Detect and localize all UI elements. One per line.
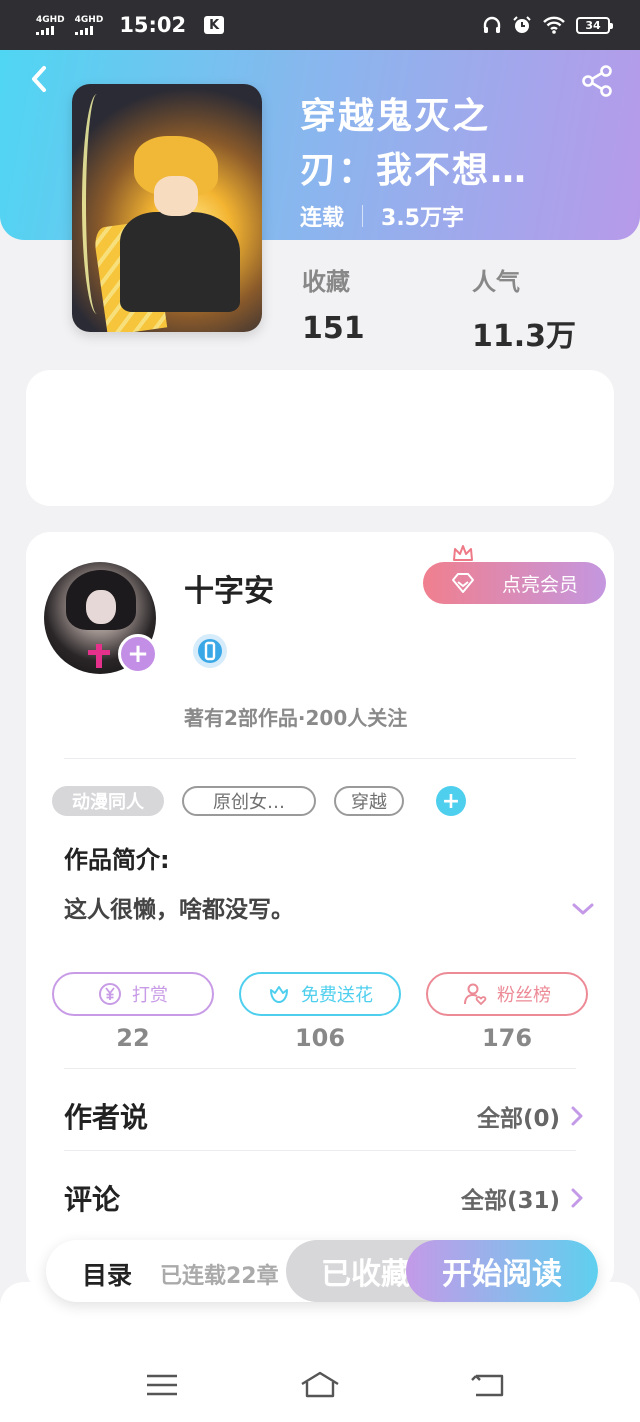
author-says-title: 作者说	[64, 1101, 149, 1134]
diamond-icon	[452, 573, 474, 593]
intro-text: 这人很懒，啥都没写。	[64, 897, 294, 923]
signal-indicator-1: 4GHD	[36, 14, 65, 35]
back-button[interactable]	[24, 62, 54, 96]
share-button[interactable]	[580, 64, 614, 98]
book-meta: 连载 3.5万字	[300, 200, 464, 232]
author-name[interactable]: 十字安	[184, 566, 274, 610]
status-bar: 4GHD 4GHD 15:02 K 34	[0, 0, 640, 50]
avatar-face	[86, 590, 116, 624]
battery-level: 34	[585, 18, 601, 32]
author-says-link: 全部(0)	[477, 1099, 584, 1133]
send-flower-label: 免费送花	[301, 985, 373, 1006]
menu-icon[interactable]	[142, 1370, 182, 1400]
yen-coin-icon	[99, 983, 121, 1005]
tip-count: 22	[116, 1024, 150, 1052]
clock: 15:02	[119, 13, 187, 37]
divider	[64, 758, 576, 759]
stat-popularity: 人气 11.3万	[472, 262, 576, 355]
book-cover[interactable]	[72, 84, 262, 332]
tag-fan-fiction[interactable]: 动漫同人	[52, 786, 164, 816]
stat-label: 人气	[472, 268, 520, 296]
word-count: 3.5万字	[381, 206, 464, 231]
vip-button-label: 点亮会员	[501, 573, 578, 596]
home-icon[interactable]	[300, 1370, 340, 1400]
comments-title: 评论	[64, 1183, 121, 1216]
wifi-icon	[543, 16, 565, 34]
serial-status: 连载	[300, 206, 345, 231]
meta-divider	[362, 205, 364, 227]
stat-value: 11.3万	[472, 319, 577, 354]
intro-heading: 作品简介:	[64, 846, 170, 874]
battery-icon: 34	[576, 16, 613, 34]
headphones-icon	[483, 16, 501, 33]
fan-ranking-button[interactable]: 粉丝榜	[426, 972, 588, 1016]
tip-label: 打赏	[132, 985, 168, 1006]
chevron-down-icon[interactable]	[570, 900, 596, 918]
network-type-label: 4GHD	[74, 14, 104, 25]
tag-original-female[interactable]: 原创女…	[182, 786, 316, 816]
tag-time-travel[interactable]: 穿越	[334, 786, 404, 816]
flower-icon	[270, 986, 288, 1003]
table-of-contents-button[interactable]: 目录	[82, 1256, 132, 1292]
divider	[64, 1068, 576, 1069]
chevron-right-icon	[571, 1106, 583, 1126]
cover-art-figure	[120, 212, 240, 312]
network-type-label: 4GHD	[36, 14, 65, 25]
signal-indicator-2: 4GHD	[74, 14, 104, 35]
author-says-count: 全部(0)	[476, 1106, 560, 1132]
chapter-count: 已连载22章	[160, 1264, 279, 1289]
crown-icon	[453, 545, 473, 561]
placeholder-card	[26, 370, 614, 506]
book-title: 穿越鬼灭之刃：我不想…	[300, 96, 529, 191]
stat-favorites: 收藏 151	[302, 262, 365, 346]
vip-membership-button[interactable]: 点亮会员	[423, 562, 606, 604]
author-level-badge-icon	[193, 634, 227, 668]
follow-author-button[interactable]: +	[118, 634, 158, 674]
back-nav-icon[interactable]	[468, 1370, 508, 1400]
author-says-row[interactable]: 作者说 全部(0)	[26, 1076, 614, 1156]
divider	[64, 1150, 576, 1151]
start-reading-button[interactable]: 开始阅读	[406, 1240, 598, 1302]
avatar-cross	[88, 644, 110, 668]
send-flower-button[interactable]: 免费送花	[239, 972, 401, 1016]
add-tag-button[interactable]: +	[436, 786, 466, 816]
cover-art-face	[154, 176, 198, 216]
stat-value: 151	[302, 311, 365, 346]
chevron-right-icon	[571, 1188, 583, 1208]
tip-button[interactable]: 打赏	[52, 972, 214, 1016]
user-heart-icon	[464, 983, 487, 1006]
stat-label: 收藏	[302, 268, 350, 296]
system-navigation-bar	[0, 1282, 640, 1422]
comments-link: 全部(31)	[461, 1181, 584, 1215]
alarm-icon	[513, 16, 531, 33]
fan-ranking-label: 粉丝榜	[497, 985, 551, 1006]
comments-row[interactable]: 评论 全部(31)	[26, 1158, 614, 1238]
author-summary: 著有2部作品·200人关注	[184, 706, 408, 730]
app-notification-icon: K	[204, 16, 225, 34]
fan-count: 176	[481, 1024, 533, 1052]
comments-count: 全部(31)	[460, 1188, 560, 1214]
bottom-action-bar: 目录 已连载22章 已收藏 开始阅读	[46, 1240, 598, 1302]
flower-count: 106	[294, 1024, 346, 1052]
